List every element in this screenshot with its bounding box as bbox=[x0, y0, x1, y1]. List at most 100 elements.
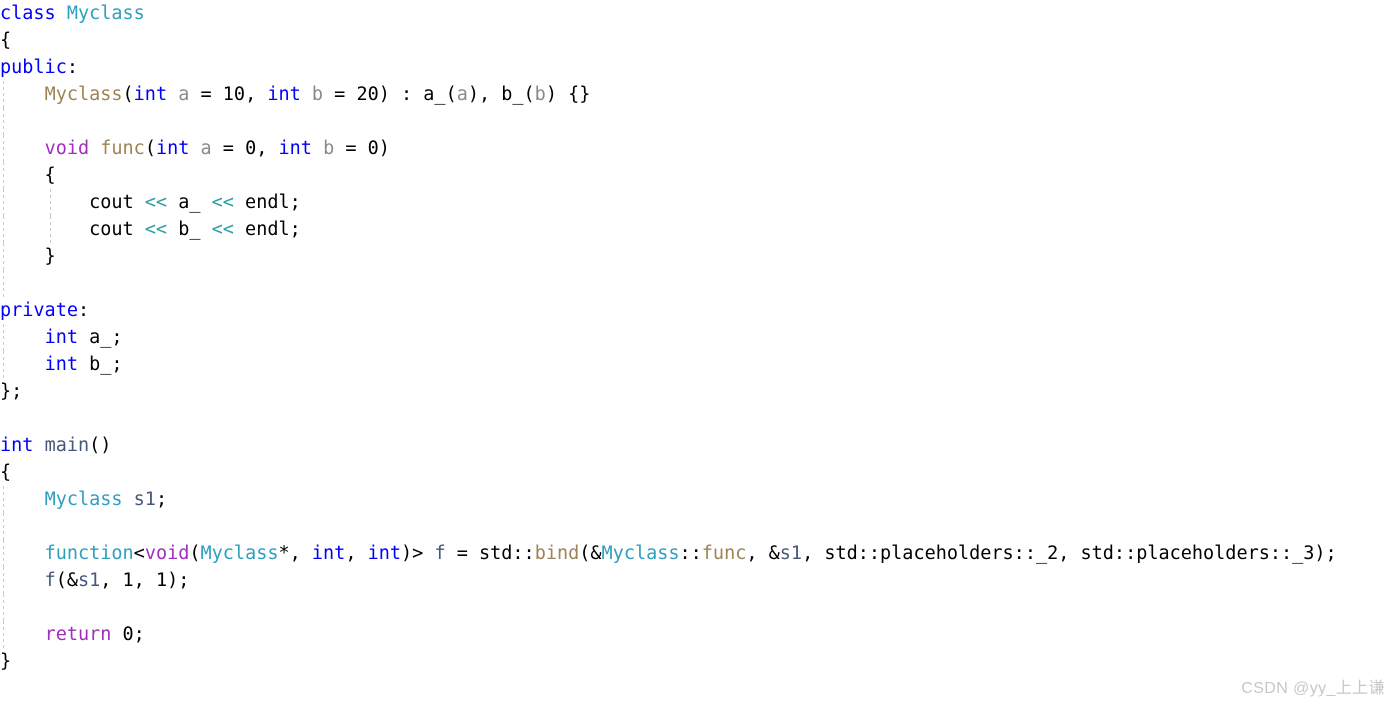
code-line: void func(int a = 0, int b = 0) bbox=[0, 135, 1393, 162]
indent-guide bbox=[3, 540, 4, 567]
indent-guide bbox=[3, 270, 4, 297]
code-token-plain: )> bbox=[401, 543, 435, 564]
code-token-control-keyword: return bbox=[44, 624, 112, 645]
code-token-plain: ( bbox=[122, 84, 134, 105]
code-token-keyword: int bbox=[311, 543, 346, 564]
code-token-variable: f bbox=[44, 570, 56, 591]
code-token-function-name: Myclass bbox=[44, 84, 123, 105]
code-token-plain: () bbox=[89, 435, 112, 456]
code-token-parameter: a bbox=[456, 84, 468, 105]
code-token-type-name: function bbox=[44, 543, 134, 564]
indent-guide bbox=[3, 135, 4, 162]
code-screenshot-viewport: class Myclass{public: Myclass(int a = 10… bbox=[0, 0, 1393, 704]
indent-guide bbox=[3, 594, 4, 621]
code-token-function-name: bind bbox=[534, 543, 580, 564]
code-token-keyword: public bbox=[0, 57, 67, 78]
code-line: } bbox=[0, 243, 1393, 270]
indent-guide bbox=[3, 243, 4, 270]
code-line: } bbox=[0, 648, 1393, 675]
code-token-plain: endl; bbox=[233, 192, 301, 213]
code-token-plain: = 0, bbox=[211, 138, 279, 159]
code-token-variable: s1 bbox=[133, 489, 156, 510]
code-token-plain: b_; bbox=[77, 354, 123, 375]
code-token-plain: = 20) : a_( bbox=[323, 84, 457, 105]
code-token-plain: { bbox=[0, 165, 56, 186]
code-token-parameter: b bbox=[323, 138, 335, 159]
code-token-control-keyword: void bbox=[144, 543, 190, 564]
code-token-plain: endl; bbox=[233, 219, 301, 240]
code-token-plain: :: bbox=[679, 543, 702, 564]
code-token-type-name: Myclass bbox=[44, 489, 123, 510]
code-line bbox=[0, 108, 1393, 135]
indent-guide bbox=[50, 216, 51, 243]
code-token-function-name: func bbox=[100, 138, 145, 159]
code-token-plain: , bbox=[345, 543, 368, 564]
code-token-plain: , std::placeholders::_2, std::placeholde… bbox=[802, 543, 1337, 564]
code-token-variable: s1 bbox=[779, 543, 803, 564]
code-token-plain: } bbox=[0, 246, 56, 267]
indent-guide bbox=[3, 351, 4, 378]
code-token-plain: cout bbox=[0, 219, 145, 240]
code-token-keyword: class bbox=[0, 3, 56, 24]
code-line: { bbox=[0, 27, 1393, 54]
code-line: f(&s1, 1, 1); bbox=[0, 567, 1393, 594]
code-token-plain: ; bbox=[155, 489, 168, 510]
indent-guide bbox=[3, 324, 4, 351]
code-token-plain: = std:: bbox=[445, 543, 535, 564]
indent-guide bbox=[3, 486, 4, 513]
code-token-parameter: a bbox=[200, 138, 212, 159]
code-token-plain: *, bbox=[278, 543, 312, 564]
code-line: { bbox=[0, 459, 1393, 486]
code-token-keyword: int bbox=[44, 354, 78, 375]
code-token-plain: , 1, 1); bbox=[100, 570, 190, 591]
code-token-variable: f bbox=[434, 543, 446, 564]
code-line: int a_; bbox=[0, 324, 1393, 351]
code-line: public: bbox=[0, 54, 1393, 81]
code-line: { bbox=[0, 162, 1393, 189]
code-line: function<void(Myclass*, int, int)> f = s… bbox=[0, 540, 1393, 567]
code-token-keyword: int bbox=[133, 84, 168, 105]
code-token-keyword: int bbox=[367, 543, 402, 564]
code-listing[interactable]: class Myclass{public: Myclass(int a = 10… bbox=[0, 0, 1393, 675]
code-line bbox=[0, 594, 1393, 621]
code-token-parameter: b bbox=[311, 84, 324, 105]
code-token-function-name: func bbox=[701, 543, 747, 564]
code-token-plain: cout bbox=[0, 192, 145, 213]
code-token-control-keyword: void bbox=[44, 138, 90, 159]
code-line: Myclass(int a = 10, int b = 20) : a_(a),… bbox=[0, 81, 1393, 108]
code-token-plain: } bbox=[0, 651, 12, 672]
code-token-plain: (& bbox=[55, 570, 78, 591]
code-token-type-name: Myclass bbox=[66, 3, 145, 24]
code-line: return 0; bbox=[0, 621, 1393, 648]
code-token-plain: ), b_( bbox=[467, 84, 535, 105]
code-line: class Myclass bbox=[0, 0, 1393, 27]
code-line: cout << b_ << endl; bbox=[0, 216, 1393, 243]
code-token-keyword: int bbox=[267, 84, 301, 105]
code-token-plain: a_; bbox=[77, 327, 123, 348]
indent-guide bbox=[3, 81, 4, 108]
indent-guide bbox=[3, 513, 4, 540]
indent-guide bbox=[50, 189, 51, 216]
code-token-plain: , & bbox=[746, 543, 780, 564]
code-line: int b_; bbox=[0, 351, 1393, 378]
code-token-keyword: int bbox=[278, 138, 312, 159]
code-token-plain: a_ bbox=[167, 192, 212, 213]
code-token-keyword: private bbox=[0, 300, 78, 321]
code-token-keyword: int bbox=[155, 138, 190, 159]
code-token-variable: s1 bbox=[77, 570, 101, 591]
